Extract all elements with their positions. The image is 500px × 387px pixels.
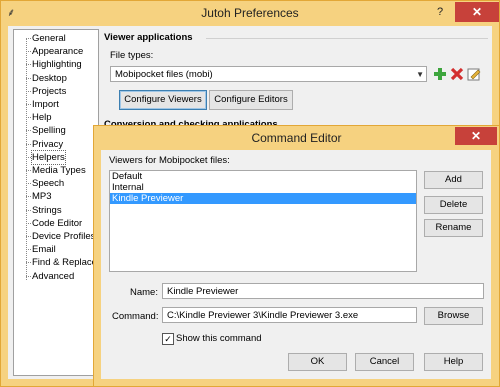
tree-item[interactable]: Highlighting xyxy=(26,58,82,71)
configure-editors-button[interactable]: Configure Editors xyxy=(209,90,293,110)
list-item[interactable]: Internal xyxy=(110,182,416,193)
add-file-type-button[interactable] xyxy=(432,66,448,82)
chevron-down-icon: ▼ xyxy=(416,70,424,79)
tree-item[interactable]: Advanced xyxy=(25,270,74,283)
viewer-applications-heading: Viewer applications xyxy=(104,32,193,43)
dialog-client: Viewers for Mobipocket files: Default Int… xyxy=(101,150,491,379)
window-title: Jutoh Preferences xyxy=(201,6,299,20)
title-bar[interactable]: ⸙ Jutoh Preferences ? ✕ xyxy=(1,1,499,25)
tree-connector xyxy=(26,39,27,280)
checkmark-icon: ✓ xyxy=(164,334,172,344)
preferences-tree[interactable]: General Appearance Highlighting Desktop Proj… xyxy=(13,29,99,376)
tree-item[interactable]: Find & Replace xyxy=(26,256,97,269)
show-command-checkbox[interactable]: ✓ xyxy=(162,333,174,345)
help-button[interactable]: Help xyxy=(424,353,483,371)
rename-button[interactable]: Rename xyxy=(424,219,483,237)
tree-item[interactable]: Projects xyxy=(25,85,66,98)
cancel-button[interactable]: Cancel xyxy=(355,353,414,371)
tree-item[interactable]: Import xyxy=(26,98,59,111)
tree-item[interactable]: Spelling xyxy=(26,124,66,137)
dialog-close-button[interactable]: ✕ xyxy=(455,127,497,145)
tree-item[interactable]: Strings xyxy=(26,204,62,217)
delete-icon xyxy=(450,67,464,81)
list-item[interactable]: Default xyxy=(110,171,416,182)
plus-icon-h xyxy=(434,72,446,76)
delete-file-type-button[interactable] xyxy=(449,66,465,82)
name-label: Name: xyxy=(130,287,158,298)
tree-item[interactable]: Email xyxy=(26,243,56,256)
command-editor-dialog: Command Editor ✕ Viewers for Mobipocket … xyxy=(93,125,500,387)
viewers-label: Viewers for Mobipocket files: xyxy=(109,155,230,166)
close-icon: ✕ xyxy=(471,5,483,19)
tree-item[interactable]: Media Types xyxy=(26,164,86,177)
help-title-button[interactable]: ? xyxy=(437,6,443,18)
browse-button[interactable]: Browse xyxy=(424,307,483,325)
file-types-select[interactable]: Mobipocket files (mobi) ▼ xyxy=(110,66,427,82)
section-divider xyxy=(206,38,488,39)
tree-item[interactable]: General xyxy=(26,32,66,45)
edit-file-type-button[interactable] xyxy=(466,66,482,82)
show-command-label: Show this command xyxy=(176,333,262,344)
viewers-list[interactable]: Default Internal Kindle Previewer xyxy=(109,170,417,272)
file-types-label: File types: xyxy=(110,50,154,61)
tree-item[interactable]: MP3 xyxy=(26,190,52,203)
delete-button[interactable]: Delete xyxy=(424,196,483,214)
command-label: Command: xyxy=(112,311,159,322)
tree-item[interactable]: Device Profiles xyxy=(25,230,95,243)
tree-item[interactable]: Speech xyxy=(25,177,64,190)
tree-item[interactable]: Helpers xyxy=(26,149,66,165)
command-field[interactable]: C:\Kindle Previewer 3\Kindle Previewer 3… xyxy=(162,307,417,323)
tree-item[interactable]: Appearance xyxy=(25,45,83,58)
ok-button[interactable]: OK xyxy=(288,353,347,371)
tree-item[interactable]: Desktop xyxy=(26,72,67,85)
close-button[interactable]: ✕ xyxy=(455,2,499,22)
dialog-title: Command Editor xyxy=(251,131,342,145)
close-icon: ✕ xyxy=(470,129,482,143)
configure-viewers-button[interactable]: Configure Viewers xyxy=(119,90,207,110)
list-item[interactable]: Kindle Previewer xyxy=(110,193,416,204)
tree-item[interactable]: Code Editor xyxy=(25,217,82,230)
tree-item[interactable]: Help xyxy=(26,111,52,124)
tree-item[interactable]: Privacy xyxy=(25,138,63,151)
name-field[interactable]: Kindle Previewer xyxy=(162,283,484,299)
file-types-value: Mobipocket files (mobi) xyxy=(115,69,213,80)
add-button[interactable]: Add xyxy=(424,171,483,189)
